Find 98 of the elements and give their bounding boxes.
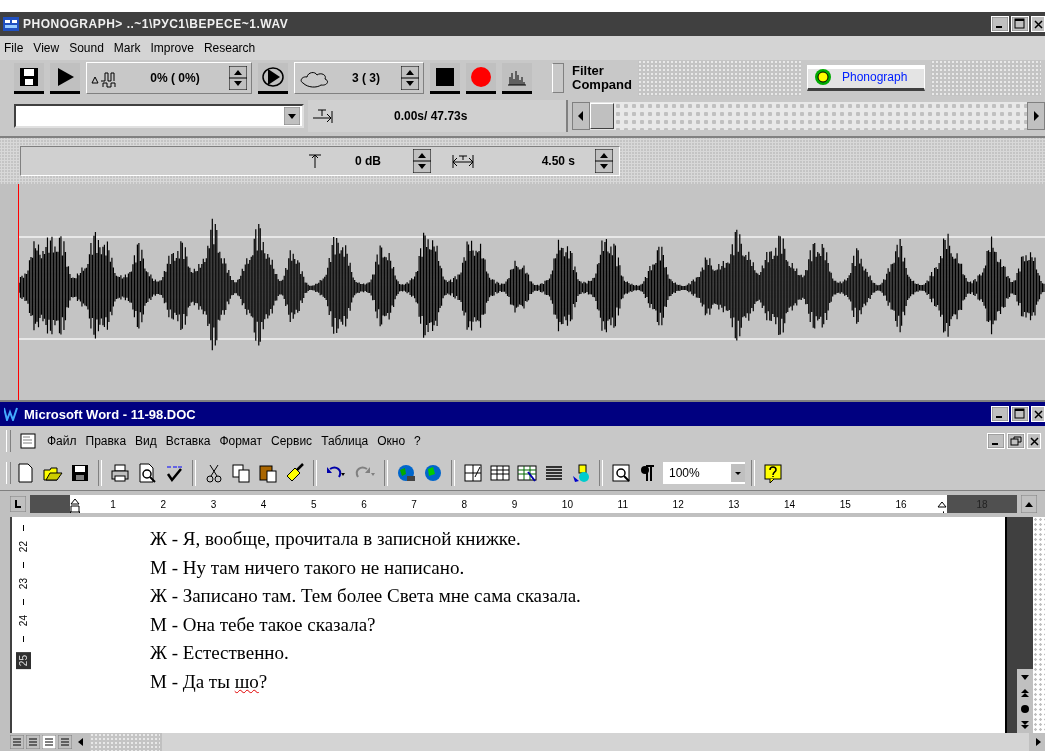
phonograph-label: Phonograph [842,70,908,84]
window-title: PHONOGRAPH> ..~1\РУС1\ВЕРЕСЕ~1.WAV [23,17,289,31]
copy-icon[interactable] [229,461,253,485]
ruler-number: 5 [310,498,318,510]
gain-icon [307,153,323,169]
menu-item[interactable]: File [4,41,24,55]
text-line: М - Ну там ничего такого не написано. [150,555,466,580]
text-line: М - Она тебе такое сказала? [150,612,377,637]
window-title: Microsoft Word - 11-98.DOC [24,406,196,422]
ruler-number: 7 [410,498,418,510]
ruler-number: 16 [894,498,908,510]
filter-label[interactable]: Filter [572,64,632,78]
spin-buttons-icon[interactable] [229,66,247,90]
ruler-number: 12 [671,498,685,510]
toolbar-grip[interactable] [6,462,11,484]
ruler-number: 4 [259,498,268,510]
toolbar-grip[interactable] [6,430,11,452]
maximize-icon[interactable] [1011,406,1029,422]
ruler-number: 11 [616,498,629,510]
scroll-bar[interactable] [572,102,1045,130]
ruler-number: 22 [17,541,29,553]
outline-view-icon[interactable] [58,735,72,749]
menu-item[interactable]: Сервис [271,434,313,448]
help-icon[interactable] [761,461,785,485]
menu-item[interactable]: View [33,41,60,55]
ruler-number: 10 [560,498,574,510]
ruler-number: 9 [510,498,519,510]
scroll-up-icon[interactable] [1021,495,1037,513]
text-line: М - Да ты шо? [150,669,269,694]
menu-item[interactable]: Вид [135,434,157,448]
menu-item[interactable]: Вставка [165,434,211,448]
end-marker-icon [312,108,334,124]
menu-item[interactable]: Таблица [321,434,369,448]
close-icon[interactable] [1027,433,1041,449]
ruler-number: 6 [360,498,368,510]
menu-item[interactable]: Файл [47,434,77,448]
spin-buttons-icon[interactable] [401,66,419,90]
minimize-icon[interactable] [991,406,1009,422]
document-map-icon[interactable] [609,461,633,485]
ruler-number: 8 [460,498,469,510]
ruler-number: 1 [109,498,117,510]
duration-readout: 4.50 s [540,154,575,168]
ruler-number: 2 [159,498,168,510]
scroll-thumb[interactable] [590,103,614,129]
toggle-slot[interactable] [552,63,564,93]
ruler-number: 14 [783,498,797,510]
menu-item[interactable]: Sound [69,41,104,55]
text-line: Ж - Записано там. Тем более Света мне сама сказала. [150,584,582,608]
vertical-ruler[interactable]: 22 23 24 25 [10,517,34,733]
scroll-left-icon[interactable] [572,102,590,130]
minimize-icon[interactable] [991,16,1009,32]
word-logo-icon [4,407,20,421]
print-icon[interactable] [108,461,132,485]
next-page-icon[interactable] [1017,717,1033,733]
text-line: Ж - Естественно. [150,641,290,665]
text-line: Ж - Я, вообще, прочитала в записной книжке. [150,527,522,551]
close-icon[interactable] [1031,406,1045,422]
tab-stop-icon[interactable] [10,496,26,512]
menu-item[interactable]: Mark [113,41,141,55]
menu-item[interactable]: Формат [219,434,263,448]
ruler-number: 15 [838,498,852,510]
time-readout: 0.00s/ 47.73s [394,109,468,123]
restore-icon[interactable] [1007,433,1025,449]
phonograph-button[interactable]: Phonograph [807,65,925,91]
maximize-icon[interactable] [1011,16,1029,32]
ruler-number: 24 [17,615,29,627]
document-icon[interactable] [20,433,38,449]
table-icon[interactable] [461,461,485,485]
count-readout: 3 ( 3) [351,71,381,85]
page-view-icon[interactable] [42,735,56,749]
scroll-bar[interactable] [1005,517,1033,733]
menu-item[interactable]: Improve [150,41,194,55]
width-icon [451,153,475,169]
zoom-field[interactable]: 100% [663,462,745,484]
scroll-right-icon[interactable] [1027,102,1045,130]
dropdown-icon[interactable] [284,107,300,125]
online-view-icon[interactable] [26,735,40,749]
ruler-number: 25 [15,652,31,670]
scroll-down-icon[interactable] [1017,669,1033,685]
menu-item[interactable]: Окно [377,434,406,448]
menu-item[interactable]: ? [414,434,421,448]
compand-label[interactable]: Compand [572,78,632,92]
dropdown-icon[interactable] [731,464,745,482]
app-icon [3,17,19,31]
ruler-number: 3 [209,498,218,510]
close-icon[interactable] [1031,16,1045,32]
dropdown-field[interactable] [14,104,304,128]
spin-buttons-icon[interactable] [413,149,431,173]
percent-readout: 0% ( 0%) [149,71,201,85]
normal-view-icon[interactable] [10,735,24,749]
ruler-number: 23 [17,578,29,590]
menu-item[interactable]: Research [203,41,256,55]
menu-item[interactable]: Правка [85,434,127,448]
ruler-number: 13 [727,498,741,510]
globe-icon [814,68,832,86]
gain-readout: 0 dB [354,154,382,168]
spin-buttons-icon[interactable] [595,149,613,173]
minimize-icon[interactable] [987,433,1005,449]
